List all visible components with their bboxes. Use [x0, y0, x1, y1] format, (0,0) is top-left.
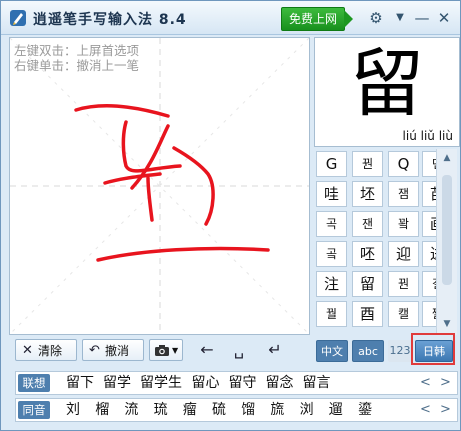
candidate-word[interactable]: 硫	[212, 400, 226, 420]
scroll-up-icon[interactable]: ▲	[440, 151, 454, 165]
homophone-tag: 同音	[18, 401, 50, 419]
char-cell[interactable]: 꿘	[352, 151, 383, 177]
chevron-down-icon: ▼	[172, 346, 179, 355]
camera-icon	[155, 345, 169, 356]
preview-char: 留	[350, 41, 424, 127]
undo-icon: ↶	[89, 343, 100, 358]
char-cell[interactable]: 곸	[316, 241, 347, 267]
scroll-thumb[interactable]	[442, 175, 452, 285]
stroke-1	[74, 104, 170, 118]
mode-123[interactable]: 123	[388, 340, 412, 362]
char-cell[interactable]: 酉	[352, 301, 383, 327]
stroke-4	[172, 146, 215, 226]
candidate-word[interactable]: 留守	[229, 373, 257, 393]
candidate-word[interactable]: 留下	[66, 373, 94, 393]
gear-icon[interactable]: ⚙	[367, 9, 385, 27]
stroke-5	[103, 172, 162, 185]
prev-page-icon[interactable]: <	[420, 373, 431, 393]
dropdown-icon[interactable]: ▼	[391, 9, 409, 27]
char-cell[interactable]: 꽠	[388, 211, 419, 237]
char-cell[interactable]: 注	[316, 271, 347, 297]
char-cell[interactable]: 잰	[352, 211, 383, 237]
highlight-box	[411, 333, 455, 365]
stroke-7	[96, 246, 270, 262]
char-cell[interactable]: 꿜	[316, 301, 347, 327]
char-cell[interactable]: 哇	[316, 181, 347, 207]
space-icon[interactable]: ␣	[227, 339, 251, 361]
candidate-word[interactable]: 鎏	[358, 400, 372, 420]
window-title: 逍遥笔手写输入法 8.4	[33, 12, 187, 28]
title-bar[interactable]: 逍遥笔手写输入法 8.4 免费上网 ⚙ ▼ — ✕	[1, 1, 460, 35]
char-cell[interactable]: 留	[352, 271, 383, 297]
left-arrow-icon[interactable]: ←	[195, 339, 219, 361]
prev-page-icon[interactable]: <	[420, 400, 431, 420]
handwriting-ime-window: 逍遥笔手写输入法 8.4 免费上网 ⚙ ▼ — ✕ 左键双击：上屏首选项 右键单…	[0, 0, 461, 431]
pinyin-label: liú liǔ liù	[402, 129, 453, 143]
candidate-word[interactable]: 留学生	[140, 373, 182, 393]
undo-button[interactable]: ↶ 撤消	[82, 339, 144, 361]
next-page-icon[interactable]: >	[440, 373, 451, 393]
recognized-char-preview: 留 liú liǔ liù	[314, 37, 460, 147]
association-tag: 联想	[18, 374, 50, 392]
char-cell[interactable]: 呸	[352, 241, 383, 267]
scroll-down-icon[interactable]: ▼	[440, 317, 454, 331]
ink-strokes	[74, 104, 270, 262]
mode-abc[interactable]: abc	[352, 340, 384, 362]
grid-scrollbar[interactable]: ▲ ▼	[436, 149, 457, 335]
char-cell[interactable]: 캘	[388, 301, 419, 327]
candidate-word[interactable]: 琉	[154, 400, 168, 420]
association-row: 联想 留下 留学 留学生 留心 留守 留念 留言 < >	[15, 371, 458, 395]
char-cell[interactable]: 꿘	[388, 271, 419, 297]
pen-app-icon	[10, 10, 26, 26]
candidate-word[interactable]: 遛	[329, 400, 343, 420]
stroke-3	[130, 124, 170, 190]
x-icon: ✕	[22, 343, 33, 358]
candidate-word[interactable]: 馏	[241, 400, 255, 420]
canvas-toolbar: ✕ 清除 ↶ 撤消 ▼ ← ␣ ↵	[9, 337, 309, 363]
char-cell[interactable]: Q	[388, 151, 419, 177]
candidate-word[interactable]: 留念	[266, 373, 294, 393]
minimize-icon[interactable]: —	[413, 9, 431, 27]
char-cell[interactable]: 坯	[352, 181, 383, 207]
candidate-word[interactable]: 留心	[192, 373, 220, 393]
next-page-icon[interactable]: >	[440, 400, 451, 420]
char-cell[interactable]: 잼	[388, 181, 419, 207]
char-cell[interactable]: G	[316, 151, 347, 177]
candidate-word[interactable]: 榴	[95, 400, 109, 420]
handwriting-canvas[interactable]: 左键双击：上屏首选项 右键单击：撤消上一笔	[9, 37, 310, 335]
enter-icon[interactable]: ↵	[263, 339, 287, 361]
free-internet-button[interactable]: 免费上网	[281, 7, 353, 31]
mode-chinese[interactable]: 中文	[316, 340, 348, 362]
stroke-6	[146, 176, 154, 222]
close-icon[interactable]: ✕	[435, 9, 453, 27]
candidate-word[interactable]: 瘤	[183, 400, 197, 420]
candidate-word[interactable]: 留言	[303, 373, 331, 393]
char-cell[interactable]: 迎	[388, 241, 419, 267]
candidate-word[interactable]: 流	[124, 400, 138, 420]
candidate-word[interactable]: 旒	[270, 400, 284, 420]
candidate-word[interactable]: 刘	[66, 400, 80, 420]
camera-button[interactable]: ▼	[149, 339, 183, 361]
candidate-word[interactable]: 留学	[103, 373, 131, 393]
char-cell[interactable]: 곡	[316, 211, 347, 237]
candidate-word[interactable]: 浏	[300, 400, 314, 420]
homophone-row: 同音 刘榴流琉瘤硫馏旒浏遛鎏 < >	[15, 398, 458, 422]
clear-button[interactable]: ✕ 清除	[15, 339, 77, 361]
